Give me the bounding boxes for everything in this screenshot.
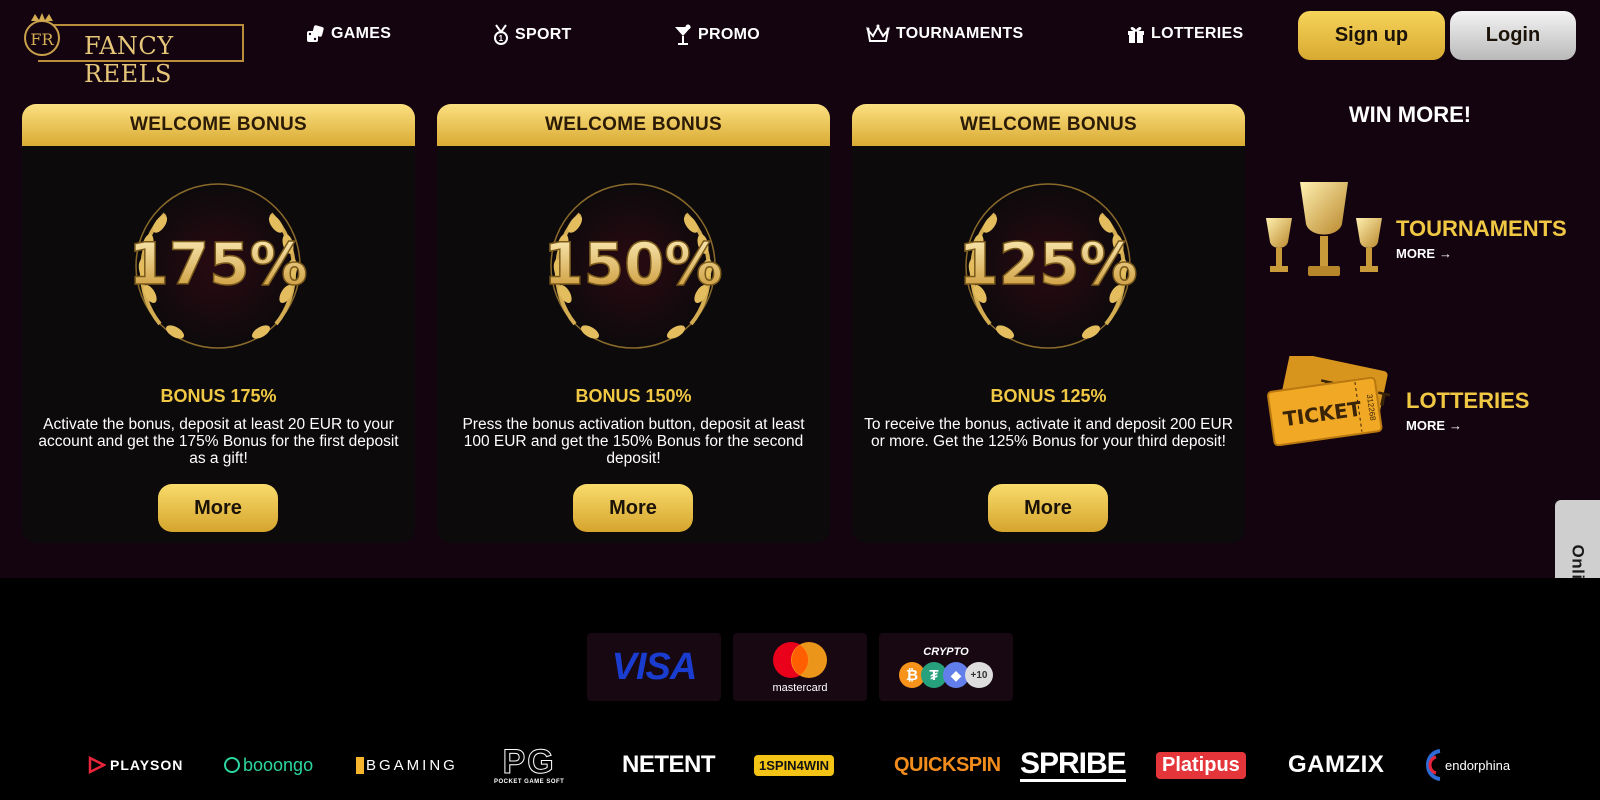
booongo-icon (224, 757, 240, 773)
more-label: MORE (1406, 418, 1445, 433)
footer: VISA mastercard CRYPTO ₿ ₮ ◆ +10 PLAYSON… (0, 578, 1600, 800)
signup-button[interactable]: Sign up (1298, 11, 1445, 60)
payment-visa: VISA (587, 633, 721, 701)
provider-logo[interactable]: Platipus (1156, 750, 1246, 780)
nav-label: LOTTERIES (1151, 25, 1244, 42)
payment-mastercard: mastercard (733, 633, 867, 701)
more-link[interactable]: MORE → (1406, 418, 1529, 433)
promo-title: TOURNAMENTS (1396, 216, 1567, 241)
provider-name: QUICKSPIN (894, 753, 1001, 776)
provider-subtitle: POCKET GAME SOFT (494, 779, 565, 785)
card-header: WELCOME BONUS (437, 104, 830, 146)
provider-logo[interactable]: QUICKSPIN (894, 750, 1001, 780)
laurel-badge-icon: 150% (543, 183, 723, 349)
nav-label: TOURNAMENTS (896, 25, 1024, 42)
card-description: Press the bonus activation button, depos… (462, 416, 805, 467)
providers-strip: PLAYSON booongo BGAMING PG POCKET GAME S… (0, 740, 1600, 790)
nav-label: PROMO (698, 26, 760, 43)
crypto-coins: ₿ ₮ ◆ +10 (899, 662, 993, 688)
provider-name: booongo (243, 754, 314, 775)
crypto-label: CRYPTO (923, 646, 969, 658)
provider-name: GAMZIX (1288, 751, 1385, 778)
provider-logo[interactable]: GAMZIX (1288, 750, 1384, 780)
trophy-icon (1266, 182, 1382, 276)
header: FR FANCY REELS GAMES 1 SPORT PROMO TOURN… (0, 0, 1600, 88)
bonus-card: WELCOME BONUS 175% BONUS 175% Activate t… (22, 104, 415, 543)
promo-lotteries[interactable]: LOTTERIES MORE → (1406, 388, 1529, 433)
card-description: Activate the bonus, deposit at least 20 … (38, 416, 399, 467)
provider-name: NETENT (622, 751, 716, 778)
medal-icon: 1 (494, 24, 508, 45)
provider-logo[interactable]: booongo (224, 750, 313, 780)
win-more-title: WIN MORE! (1348, 102, 1472, 127)
bonus-card: WELCOME BONUS 150% BONUS 150% Press the … (437, 104, 830, 543)
bonus-card: WELCOME BONUS 125% BONUS 125% To receive… (852, 104, 1245, 543)
nav-label: SPORT (515, 26, 572, 43)
nav-promo[interactable]: PROMO (674, 24, 760, 46)
card-title: BONUS 150% (575, 386, 692, 406)
card-description: To receive the bonus, activate it and de… (864, 416, 1233, 450)
provider-logo[interactable]: SPRIBE (1020, 746, 1127, 782)
svg-text:1: 1 (499, 34, 504, 43)
nav-lotteries[interactable]: LOTTERIES (1127, 24, 1243, 44)
card-title: BONUS 175% (160, 386, 277, 406)
provider-name: 1SPIN4WIN (754, 754, 835, 776)
visa-logo: VISA (611, 645, 698, 688)
payment-crypto: CRYPTO ₿ ₮ ◆ +10 (879, 633, 1013, 701)
laurel-badge-icon: 175% (128, 183, 308, 349)
provider-logo[interactable]: endorphina (1422, 749, 1511, 781)
nav-tournaments[interactable]: TOURNAMENTS (866, 24, 1023, 44)
card-header: WELCOME BONUS (22, 104, 415, 146)
mastercard-icon (773, 642, 827, 678)
provider-name: PG (502, 743, 556, 781)
badge-value: 125% (958, 230, 1137, 298)
provider-logo[interactable]: BGAMING (356, 750, 458, 780)
arrow-right-icon: → (1449, 418, 1462, 433)
provider-name: SPRIBE (1020, 746, 1127, 782)
more-link[interactable]: MORE → (1396, 246, 1567, 261)
provider-name: endorphina (1445, 757, 1511, 773)
promo-tournaments[interactable]: TOURNAMENTS MORE → (1396, 216, 1567, 261)
crown-icon (866, 24, 890, 42)
more-button[interactable]: More (988, 484, 1108, 532)
dice-icon (307, 25, 324, 42)
badge-value: 175% (128, 230, 307, 298)
endorphina-icon (1426, 749, 1441, 781)
provider-logo[interactable]: NETENT (622, 750, 716, 780)
playson-icon (88, 756, 106, 774)
provider-logo[interactable]: PG POCKET GAME SOFT (494, 740, 564, 790)
provider-name: PLAYSON (110, 757, 184, 773)
more-button[interactable]: More (158, 484, 278, 532)
arrow-right-icon: → (1439, 246, 1452, 261)
provider-name: BGAMING (356, 756, 458, 774)
more-label: MORE (1396, 246, 1435, 261)
badge-value: 150% (543, 230, 722, 298)
mastercard-label: mastercard (772, 682, 828, 694)
card-title: BONUS 125% (990, 386, 1107, 406)
nav-sport[interactable]: 1 SPORT (493, 24, 572, 46)
provider-name: Platipus (1156, 751, 1246, 779)
card-header: WELCOME BONUS (852, 104, 1245, 146)
login-button[interactable]: Login (1450, 11, 1576, 60)
provider-logo[interactable]: PLAYSON (88, 750, 183, 780)
laurel-badge-icon: 125% (958, 183, 1138, 349)
promo-title: LOTTERIES (1406, 388, 1530, 413)
nav-label: GAMES (331, 25, 392, 42)
more-button[interactable]: More (573, 484, 693, 532)
provider-logo[interactable]: 1SPIN4WIN (754, 750, 835, 780)
more-coins-badge: +10 (965, 662, 993, 688)
nav-games[interactable]: GAMES (305, 24, 391, 44)
ticket-icon: TICKET TICKET 312268 (1267, 356, 1390, 446)
gift-icon (1128, 27, 1144, 43)
cocktail-icon (675, 24, 691, 45)
